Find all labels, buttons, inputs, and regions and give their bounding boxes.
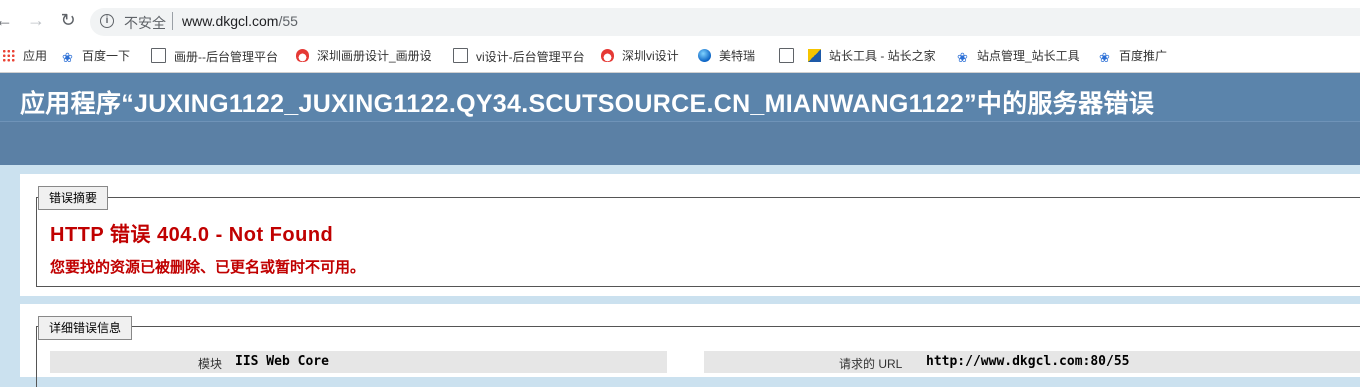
- page-title: 应用程序“JUXING1122_JUXING1122.QY34.SCUTSOUR…: [20, 90, 1155, 118]
- page-icon: [779, 48, 794, 63]
- baidu-paw-icon: ❀: [1099, 50, 1110, 65]
- bookmark-label: 深圳vi设计: [622, 49, 679, 63]
- url-host: www.dkgcl.com: [182, 13, 279, 29]
- bookmark-label: 画册--后台管理平台: [174, 50, 278, 64]
- requested-url-value: http://www.dkgcl.com:80/55: [926, 354, 1130, 369]
- bookmark-label: 应用: [23, 49, 48, 63]
- bookmark-site-manage[interactable]: ❀ 站点管理_站长工具: [956, 48, 1080, 64]
- bookmarks-bar: 应用 ❀ 百度一下 画册--后台管理平台 深圳画册设计_画册设 vi设计-后台管理…: [0, 42, 1360, 73]
- bookmark-album-admin[interactable]: 画册--后台管理平台: [149, 48, 278, 64]
- bookmark-baidu-promo[interactable]: ❀ 百度推广: [1098, 48, 1167, 64]
- bookmark-album-design[interactable]: 深圳画册设计_画册设: [296, 48, 432, 64]
- security-status-label[interactable]: 不安全: [124, 13, 166, 33]
- url-text[interactable]: www.dkgcl.com/55: [182, 13, 298, 29]
- bookmark-baidu[interactable]: ❀ 百度一下: [61, 48, 130, 64]
- baidu-paw-icon: ❀: [62, 50, 73, 65]
- bookmark-label: 站长工具 - 站长之家: [829, 49, 936, 63]
- bookmark-vi-design[interactable]: 深圳vi设计: [601, 48, 679, 64]
- page-icon: [453, 48, 468, 63]
- browser-toolbar: ← → ↻ i 不安全 www.dkgcl.com/55: [0, 0, 1360, 42]
- globe-icon: [698, 49, 711, 62]
- bookmark-label: 百度一下: [82, 49, 131, 63]
- url-path: /55: [278, 13, 298, 29]
- bookmark-untitled[interactable]: [777, 48, 802, 64]
- requested-url-label: 请求的 URL: [839, 357, 903, 371]
- bookmark-apps[interactable]: 应用: [2, 48, 47, 64]
- santa-icon: [296, 49, 309, 62]
- error-header-band: [0, 121, 1360, 165]
- module-value: IIS Web Core: [235, 354, 329, 369]
- apps-icon: [2, 49, 15, 62]
- detail-legend: 详细错误信息: [38, 316, 133, 340]
- bookmark-label: 深圳画册设计_画册设: [317, 49, 432, 63]
- page-icon: [151, 48, 166, 63]
- baidu-paw-icon: ❀: [957, 50, 968, 65]
- bookmark-label: vi设计-后台管理平台: [476, 50, 585, 64]
- webmaster-tool-icon: [808, 49, 821, 62]
- http-error-title: HTTP 错误 404.0 - Not Found: [50, 224, 334, 246]
- back-arrow-icon[interactable]: ←: [0, 10, 14, 30]
- forward-arrow-icon[interactable]: →: [26, 10, 46, 30]
- address-separator: [172, 12, 173, 30]
- bookmark-vi-admin[interactable]: vi设计-后台管理平台: [451, 48, 585, 64]
- bookmark-meiterui[interactable]: 美特瑞: [698, 48, 755, 64]
- summary-legend: 错误摘要: [38, 186, 109, 210]
- reload-icon[interactable]: ↻: [58, 10, 78, 30]
- module-row: [50, 351, 667, 373]
- santa-icon: [601, 49, 614, 62]
- bookmark-label: 美特瑞: [719, 49, 756, 63]
- bookmark-label: 站点管理_站长工具: [977, 49, 1080, 63]
- http-error-message: 您要找的资源已被删除、已更名或暂时不可用。: [50, 259, 366, 276]
- bookmark-label: 百度推广: [1119, 49, 1168, 63]
- bookmark-chinaz[interactable]: 站长工具 - 站长之家: [808, 48, 936, 64]
- info-icon[interactable]: i: [100, 14, 114, 28]
- module-label: 模块: [198, 357, 223, 371]
